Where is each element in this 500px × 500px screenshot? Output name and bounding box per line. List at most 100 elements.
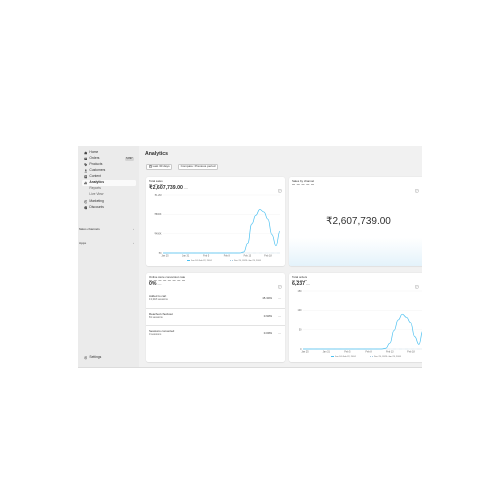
orders-count-badge: 5,897 bbox=[124, 157, 134, 161]
discount-icon bbox=[83, 206, 88, 210]
legend-label: Jan 24–Feb 22, 2024 bbox=[191, 259, 212, 262]
edit-icon[interactable] bbox=[415, 180, 419, 193]
x-tick-label: Feb 18 bbox=[264, 255, 272, 258]
sidebar-item-analytics[interactable]: Analytics bbox=[82, 180, 136, 186]
main-content: Analytics Last 30 days Compare: Previous… bbox=[139, 146, 422, 367]
section-label: Sales channels bbox=[79, 227, 100, 231]
sidebar-item-home[interactable]: Home bbox=[82, 150, 136, 156]
sidebar-item-label: Analytics bbox=[89, 180, 105, 184]
legend-label: Dec 25, 2023–Jan 23, 2024 bbox=[234, 259, 261, 262]
row-percent: 0.00% bbox=[263, 331, 272, 336]
sidebar-item-label: Customers bbox=[89, 168, 106, 172]
total-orders-chart: 050100150Jan 25 Jan 31 Feb 5 Feb 8 Feb 13 Feb… bbox=[298, 290, 422, 354]
sidebar-item-customers[interactable]: Customers bbox=[82, 168, 136, 174]
x-tick-label: Feb 8 bbox=[224, 255, 231, 258]
sidebar-item-orders[interactable]: Orders 5,897 bbox=[82, 156, 136, 162]
date-range-button[interactable]: Last 30 days bbox=[146, 163, 173, 170]
y-tick-label: 150 bbox=[298, 290, 303, 293]
change-indicator: — bbox=[278, 314, 281, 319]
person-icon bbox=[84, 169, 88, 173]
conversion-rate-value: 0% bbox=[149, 280, 157, 287]
legend-current: Jan 24–Feb 22, 2024 bbox=[187, 259, 212, 262]
card-title: Sales by channel bbox=[292, 179, 315, 185]
conversion-rate-card[interactable]: Online store conversion rate 0%— Added t… bbox=[146, 273, 285, 362]
row-percent: 15.34% bbox=[262, 296, 272, 301]
x-tick-label: Jan 31 bbox=[323, 351, 331, 354]
sidebar-item-products[interactable]: Products bbox=[82, 162, 136, 168]
edit-icon[interactable] bbox=[278, 276, 282, 289]
target-icon bbox=[83, 200, 88, 204]
tag-icon bbox=[83, 163, 88, 167]
sidebar-item-label: Content bbox=[89, 174, 101, 178]
sidebar-item-label: Orders bbox=[89, 156, 100, 160]
change-indicator: — bbox=[278, 296, 281, 301]
y-tick-label: ₹800K bbox=[154, 213, 162, 216]
legend-previous: Dec 25, 2023–Jan 23, 2024 bbox=[230, 259, 261, 262]
legend-swatch bbox=[230, 260, 233, 261]
conversion-row: Sessions converted 0 sessions 0.00% — bbox=[146, 325, 285, 341]
sidebar: Home Orders 5,897 Products Customers Con… bbox=[78, 146, 139, 367]
home-icon bbox=[83, 151, 88, 155]
sidebar-item-label: Discounts bbox=[89, 205, 104, 209]
orders-icon bbox=[83, 157, 88, 161]
compare-period-button[interactable]: Compare: Previous period bbox=[178, 163, 219, 170]
series-line-current bbox=[302, 313, 422, 350]
sidebar-item-content[interactable]: Content bbox=[82, 174, 136, 180]
analytics-app: Home Orders 5,897 Products Customers Con… bbox=[78, 146, 422, 368]
legend-swatch bbox=[331, 356, 334, 357]
row-sessions: 0 sessions bbox=[149, 333, 162, 336]
card-value: 0%— bbox=[149, 281, 162, 287]
sidebar-item-discounts[interactable]: Discounts bbox=[82, 205, 136, 211]
conversion-row: Added to cart 13,318 sessions 15.34% — bbox=[146, 291, 285, 307]
legend-label: Jan 24–Feb 22, 2024 bbox=[335, 355, 356, 358]
legend-label: Dec 25, 2023–Jan 23, 2024 bbox=[374, 355, 401, 358]
page-title: Analytics bbox=[145, 151, 169, 157]
content-icon bbox=[83, 175, 88, 179]
x-tick-label: Feb 18 bbox=[407, 351, 415, 354]
x-tick-label: Jan 25 bbox=[161, 255, 169, 258]
compare-period-label: Compare: Previous period bbox=[180, 164, 216, 168]
sidebar-item-label: Settings bbox=[89, 355, 102, 359]
change-indicator: — bbox=[157, 280, 162, 286]
sidebar-item-label: Home bbox=[89, 150, 99, 154]
sales-by-channel-card[interactable]: Sales by channel ₹2,607,739.00 bbox=[289, 177, 422, 266]
chart-icon bbox=[83, 181, 88, 185]
change-indicator: — bbox=[278, 331, 281, 336]
chevron-right-icon: › bbox=[133, 227, 134, 231]
legend-swatch bbox=[370, 356, 373, 357]
x-tick-label: Jan 25 bbox=[301, 351, 309, 354]
sidebar-item-marketing[interactable]: Marketing bbox=[82, 199, 136, 205]
calendar-icon bbox=[148, 165, 152, 168]
x-tick-label: Jan 31 bbox=[182, 255, 190, 258]
total-orders-card[interactable]: Total orders 6,237— 0 50 100 150 Jan 25 Jan 3… bbox=[289, 273, 422, 362]
legend-previous: Dec 25, 2023–Jan 23, 2024 bbox=[370, 355, 401, 358]
sidebar-item-label: Reports bbox=[89, 186, 101, 190]
sidebar-item-label: Marketing bbox=[89, 199, 104, 203]
section-apps[interactable]: Apps › bbox=[79, 241, 136, 246]
gear-icon bbox=[83, 356, 88, 360]
sidebar-item-settings[interactable]: Settings bbox=[82, 355, 136, 361]
chevron-right-icon: › bbox=[133, 241, 134, 245]
y-tick-label: 50 bbox=[299, 328, 302, 331]
sidebar-item-live-view[interactable]: Live View bbox=[82, 192, 136, 198]
date-range-label: Last 30 days bbox=[152, 164, 170, 168]
row-sessions: 13,318 sessions bbox=[149, 298, 168, 301]
x-tick-label: Feb 5 bbox=[344, 351, 351, 354]
y-tick-label: 100 bbox=[298, 309, 303, 312]
total-sales-card[interactable]: Total sales ₹2,607,739.00— ₹0 ₹400K ₹800K ₹… bbox=[146, 177, 285, 266]
section-label: Apps bbox=[79, 241, 87, 245]
row-sessions: 81 sessions bbox=[149, 316, 163, 319]
sales-by-channel-value: ₹2,607,739.00 bbox=[326, 216, 391, 227]
x-tick-label: Feb 5 bbox=[203, 255, 210, 258]
sidebar-item-label: Products bbox=[89, 162, 103, 166]
x-tick-label: Feb 8 bbox=[366, 351, 373, 354]
section-sales-channels[interactable]: Sales channels › bbox=[79, 227, 136, 232]
conversion-row: Reached checkout 81 sessions 0.93% — bbox=[146, 308, 285, 324]
y-tick-label: ₹400K bbox=[154, 232, 162, 235]
row-percent: 0.93% bbox=[263, 314, 272, 319]
sidebar-item-label: Live View bbox=[89, 192, 104, 196]
legend-swatch bbox=[187, 260, 190, 261]
series-line-current bbox=[162, 209, 281, 254]
x-tick-label: Feb 13 bbox=[244, 255, 252, 258]
sidebar-item-reports[interactable]: Reports bbox=[82, 186, 136, 192]
